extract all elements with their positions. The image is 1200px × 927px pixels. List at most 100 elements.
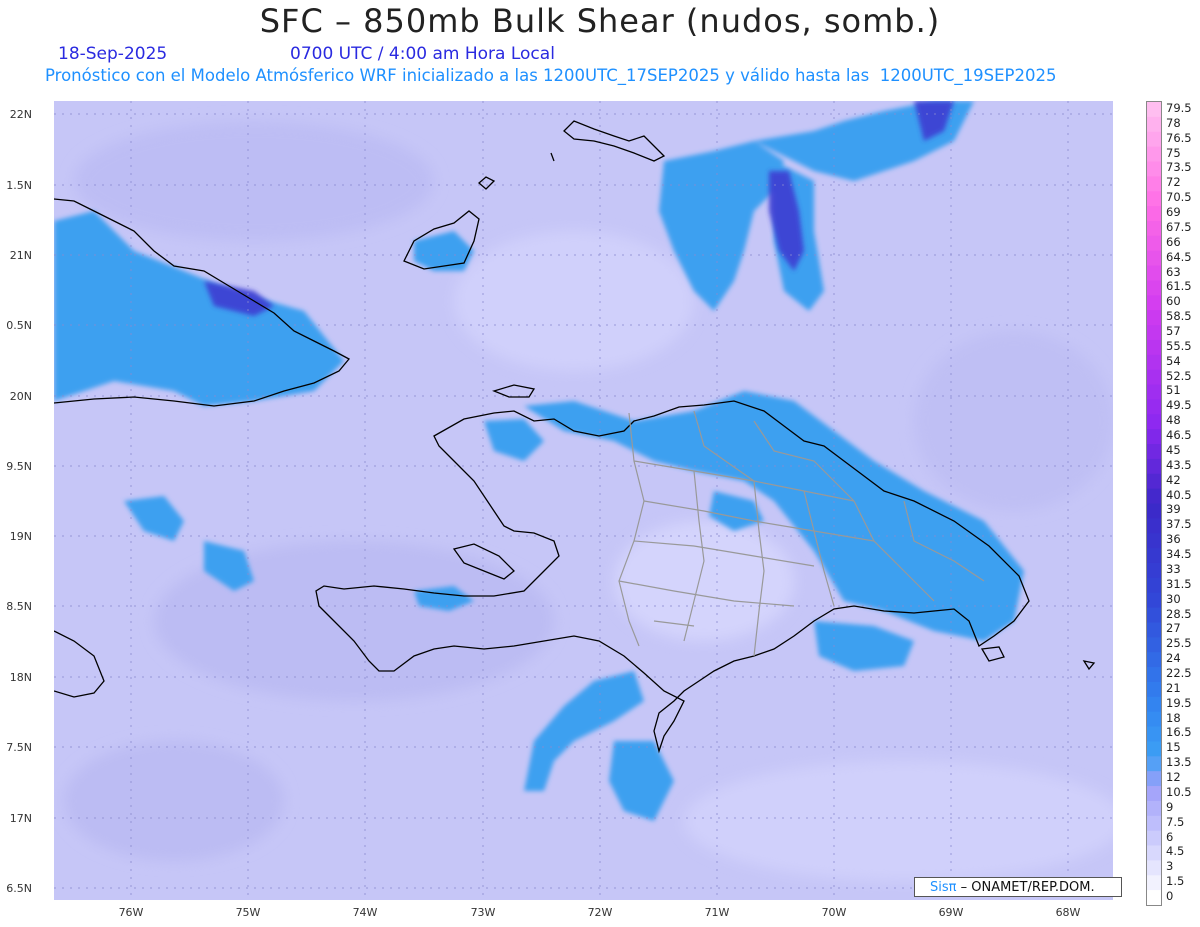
colorbar-swatch xyxy=(1147,726,1161,742)
colorbar-swatch xyxy=(1147,518,1161,534)
forecast-time: 0700 UTC / 4:00 am Hora Local xyxy=(290,44,555,64)
colorbar-label: 75 xyxy=(1166,145,1181,160)
colorbar-swatch xyxy=(1147,295,1161,311)
colorbar-swatch xyxy=(1147,503,1161,519)
colorbar-label: 16.5 xyxy=(1166,725,1192,740)
colorbar-swatch xyxy=(1147,652,1161,668)
colorbar-swatch xyxy=(1147,384,1161,400)
colorbar-label: 69 xyxy=(1166,205,1181,220)
colorbar-swatch xyxy=(1147,310,1161,326)
colorbar-swatch xyxy=(1147,533,1161,549)
colorbar-label: 21 xyxy=(1166,680,1181,695)
colorbar-label: 19.5 xyxy=(1166,695,1192,710)
colorbar-swatch xyxy=(1147,592,1161,609)
colorbar-swatch xyxy=(1147,444,1161,460)
colorbar-swatch xyxy=(1147,146,1161,162)
colorbar-label: 15 xyxy=(1166,740,1181,755)
colorbar-label: 22.5 xyxy=(1166,666,1192,680)
colorbar-swatch xyxy=(1147,830,1161,847)
colorbar-swatch xyxy=(1147,800,1161,817)
colorbar-label: 27 xyxy=(1166,621,1181,636)
colorbar-label: 43.5 xyxy=(1166,457,1192,472)
colorbar-swatch xyxy=(1147,354,1161,371)
colorbar-swatch xyxy=(1147,845,1161,861)
lat-label: 9.5N xyxy=(6,460,32,473)
colorbar-label: 45 xyxy=(1166,442,1181,457)
colorbar-swatch xyxy=(1147,399,1161,415)
colorbar-label: 76.5 xyxy=(1166,130,1192,145)
colorbar-swatch xyxy=(1147,429,1161,445)
lon-label: 73W xyxy=(470,906,496,919)
colorbar-label: 33 xyxy=(1166,561,1181,576)
lat-label: 6.5N xyxy=(6,882,32,895)
shear-map xyxy=(54,101,1113,900)
colorbar-swatch xyxy=(1147,562,1161,579)
colorbar-label: 39 xyxy=(1166,502,1181,517)
colorbar-swatch xyxy=(1147,637,1161,653)
colorbar xyxy=(1146,101,1162,906)
forecast-date: 18-Sep-2025 xyxy=(58,44,168,64)
colorbar-label: 30 xyxy=(1166,591,1181,606)
colorbar-label: 24 xyxy=(1166,651,1181,666)
colorbar-label: 64.5 xyxy=(1166,249,1192,264)
colorbar-label: 9 xyxy=(1166,799,1174,814)
colorbar-swatch xyxy=(1147,860,1161,876)
sispi-logo: Sisπ xyxy=(930,880,957,895)
colorbar-swatches xyxy=(1147,102,1161,906)
lon-label: 69W xyxy=(938,906,964,919)
lon-label: 68W xyxy=(1055,906,1081,919)
colorbar-label: 57 xyxy=(1166,323,1181,338)
colorbar-swatch xyxy=(1147,176,1161,192)
colorbar-swatch xyxy=(1147,116,1161,133)
colorbar-label: 66 xyxy=(1166,234,1181,249)
lon-label: 75W xyxy=(235,906,261,919)
colorbar-label: 63 xyxy=(1166,264,1181,279)
colorbar-swatch xyxy=(1147,250,1161,267)
colorbar-swatch xyxy=(1147,771,1161,787)
colorbar-label: 7.5 xyxy=(1166,814,1185,829)
colorbar-label: 51 xyxy=(1166,383,1181,398)
colorbar-label: 6 xyxy=(1166,829,1174,844)
lat-label: 17N xyxy=(9,812,32,825)
colorbar-label: 48 xyxy=(1166,413,1181,428)
colorbar-swatch xyxy=(1147,265,1161,281)
colorbar-swatch xyxy=(1147,890,1161,906)
colorbar-swatch xyxy=(1147,815,1161,832)
map-title: SFC – 850mb Bulk Shear (nudos, somb.) xyxy=(259,2,941,40)
colorbar-label: 34.5 xyxy=(1166,547,1192,562)
colorbar-label: 70.5 xyxy=(1166,190,1192,205)
colorbar-swatch xyxy=(1147,191,1161,207)
colorbar-label: 37.5 xyxy=(1166,517,1192,532)
colorbar-swatch xyxy=(1147,786,1161,802)
colorbar-swatch xyxy=(1147,696,1161,713)
colorbar-swatch xyxy=(1147,220,1161,237)
colorbar-label: 60 xyxy=(1166,294,1181,309)
lat-label: 0.5N xyxy=(6,319,32,332)
colorbar-swatch xyxy=(1147,473,1161,490)
colorbar-swatch xyxy=(1147,102,1161,118)
lat-label: 8.5N xyxy=(6,600,32,613)
lat-label: 20N xyxy=(9,390,32,403)
colorbar-swatch xyxy=(1147,161,1161,177)
colorbar-swatch xyxy=(1147,741,1161,757)
colorbar-label: 3 xyxy=(1166,859,1174,874)
colorbar-swatch xyxy=(1147,756,1161,772)
colorbar-label: 12 xyxy=(1166,770,1181,785)
colorbar-swatch xyxy=(1147,280,1161,296)
colorbar-swatch xyxy=(1147,488,1161,504)
lon-label: 76W xyxy=(118,906,144,919)
colorbar-swatch xyxy=(1147,206,1161,222)
colorbar-label: 1.5 xyxy=(1166,874,1185,889)
colorbar-label: 49.5 xyxy=(1166,398,1192,413)
colorbar-label: 52.5 xyxy=(1166,368,1192,383)
lon-label: 72W xyxy=(587,906,613,919)
lat-label: 19N xyxy=(9,530,32,543)
model-description: Pronóstico con el Modelo Atmósferico WRF… xyxy=(45,66,1057,85)
colorbar-label: 36 xyxy=(1166,532,1181,547)
lon-label: 70W xyxy=(821,906,847,919)
colorbar-label: 58.5 xyxy=(1166,309,1192,324)
lat-label: 21N xyxy=(9,249,32,262)
colorbar-label: 0 xyxy=(1166,889,1174,904)
colorbar-swatch xyxy=(1147,235,1161,252)
colorbar-swatch xyxy=(1147,325,1161,341)
